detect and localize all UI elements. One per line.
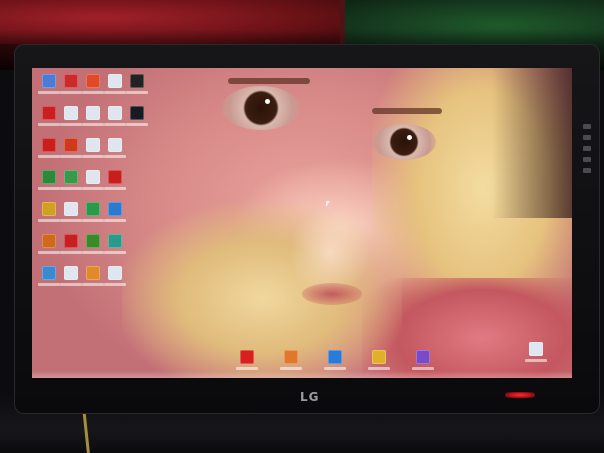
- document-icon[interactable]: [108, 74, 122, 88]
- document-icon[interactable]: [86, 170, 100, 184]
- document-icon[interactable]: [64, 266, 78, 280]
- icon-label: [82, 123, 104, 126]
- icon-label: [38, 283, 60, 286]
- mouse-cursor-icon: [326, 201, 330, 207]
- icon-label: [60, 219, 82, 222]
- app-icon[interactable]: [86, 202, 100, 216]
- icon-label: [60, 91, 82, 94]
- document-icon[interactable]: [86, 106, 100, 120]
- icon-label: [82, 155, 104, 158]
- firefox-icon[interactable]: [284, 350, 298, 364]
- icon-label: [82, 251, 104, 254]
- icon-label: [126, 123, 148, 126]
- icon-label: [104, 283, 126, 286]
- desktop-bottom-strip: [32, 371, 572, 378]
- icon-label: [38, 155, 60, 158]
- monitor-side-buttons: [580, 118, 594, 178]
- pdf-icon[interactable]: [42, 138, 56, 152]
- icon-label: [104, 251, 126, 254]
- app-icon[interactable]: [108, 234, 122, 248]
- icon-label: [82, 91, 104, 94]
- icon-label: [38, 91, 60, 94]
- app-icon[interactable]: [64, 234, 78, 248]
- pdf-icon[interactable]: [108, 170, 122, 184]
- app-icon[interactable]: [108, 202, 122, 216]
- opera-icon[interactable]: [240, 350, 254, 364]
- recycle-bin-icon[interactable]: [529, 342, 543, 356]
- app-icon[interactable]: [42, 234, 56, 248]
- icon-label: [82, 283, 104, 286]
- document-icon[interactable]: [86, 138, 100, 152]
- icon-label: [60, 283, 82, 286]
- icon-label: [104, 155, 126, 158]
- app-icon[interactable]: [42, 266, 56, 280]
- icon-label: [412, 367, 434, 370]
- icon-label: [60, 187, 82, 190]
- monitor-logo: LG: [300, 390, 320, 404]
- icon-label: [126, 91, 148, 94]
- icon-label: [82, 219, 104, 222]
- icon-label: [60, 155, 82, 158]
- wallpaper-left-brow: [228, 78, 310, 84]
- game-icon[interactable]: [42, 106, 56, 120]
- icon-label: [38, 187, 60, 190]
- app-icon[interactable]: [42, 202, 56, 216]
- wallpaper-left-eye: [222, 86, 300, 130]
- icon-label: [104, 219, 126, 222]
- icon-label: [38, 219, 60, 222]
- icon-label: [236, 367, 258, 370]
- icon-label: [368, 367, 390, 370]
- app-icon[interactable]: [64, 170, 78, 184]
- app-icon[interactable]: [42, 170, 56, 184]
- app-icon[interactable]: [86, 234, 100, 248]
- icon-label: [525, 359, 547, 362]
- document-icon[interactable]: [108, 106, 122, 120]
- icon-label: [60, 251, 82, 254]
- wallpaper-lips: [302, 283, 362, 305]
- app-icon[interactable]: [86, 266, 100, 280]
- photo-scene: LG: [0, 0, 604, 453]
- wallpaper-right-eye: [372, 124, 436, 160]
- document-icon[interactable]: [64, 202, 78, 216]
- ie-icon[interactable]: [328, 350, 342, 364]
- app-icon[interactable]: [64, 138, 78, 152]
- icon-label: [104, 187, 126, 190]
- wallpaper-nose: [290, 203, 370, 293]
- icon-label: [104, 123, 126, 126]
- chrome-icon[interactable]: [86, 74, 100, 88]
- document-icon[interactable]: [108, 138, 122, 152]
- document-icon[interactable]: [64, 106, 78, 120]
- desktop-screen[interactable]: [32, 68, 572, 378]
- folder-icon[interactable]: [130, 106, 144, 120]
- icon-label: [60, 123, 82, 126]
- media-icon[interactable]: [130, 74, 144, 88]
- icon-label: [38, 251, 60, 254]
- icon-label: [280, 367, 302, 370]
- app-icon[interactable]: [64, 74, 78, 88]
- icon-label: [82, 187, 104, 190]
- app-icon[interactable]: [416, 350, 430, 364]
- icon-label: [324, 367, 346, 370]
- power-led: [505, 392, 535, 398]
- wallpaper-right-brow: [372, 108, 442, 114]
- wallpaper-shadow: [492, 68, 572, 218]
- icon-label: [38, 123, 60, 126]
- icon-label: [104, 91, 126, 94]
- chrome-icon[interactable]: [372, 350, 386, 364]
- file-icon[interactable]: [42, 74, 56, 88]
- document-icon[interactable]: [108, 266, 122, 280]
